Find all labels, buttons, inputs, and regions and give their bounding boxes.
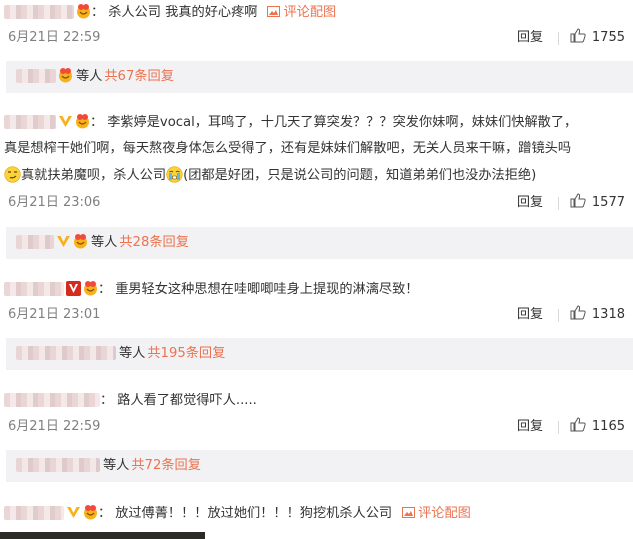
comment-picture-link[interactable]: 评论配图 (267, 5, 336, 20)
divider (558, 309, 559, 322)
smirk-emoji-icon (4, 165, 21, 183)
sub-username-blurred (16, 69, 56, 83)
sub-username-blurred (16, 235, 54, 249)
picture-icon (267, 5, 281, 17)
image-thumbnail-edge (0, 532, 205, 539)
like-count: 1165 (591, 419, 625, 434)
comment-time: 6月21日 22:59 (8, 30, 101, 45)
vip-badge-icon (83, 280, 98, 296)
thumbs-up-icon (570, 193, 586, 208)
comment-time: 6月21日 23:01 (8, 307, 101, 322)
sub-username-blurred (16, 458, 100, 472)
reply-button[interactable]: 回复 (517, 304, 543, 326)
comment-body-line-1: ：李紫婷是vocal，耳鸣了，十几天了算突发？？？突发你妹啊，妹妹们快解散了， (4, 112, 629, 134)
username-blurred[interactable] (4, 506, 64, 520)
divider (558, 421, 559, 434)
username-blurred[interactable] (4, 115, 56, 129)
username-blurred[interactable] (4, 282, 64, 296)
reply-count-link[interactable]: 共195条回复 (147, 346, 225, 361)
like-count: 1755 (591, 30, 625, 45)
comment-body-line-3: 真就扶弟魔呗，杀人公司 (团都是好团，只是说公司的问题，知道弟弟们也没办法拒绝) (4, 165, 629, 187)
like-button[interactable]: 1165 (570, 416, 625, 438)
comment-meta: 6月21日 22:59 回复 1165 (4, 416, 629, 438)
verified-v-icon (58, 114, 73, 129)
vip-badge-icon (73, 233, 88, 249)
sub-replies-box[interactable]: 等人 共72条回复 (6, 450, 633, 482)
comment-text: 李紫婷是vocal，耳鸣了，十几天了算突发？？？突发你妹啊，妹妹们快解散了， (107, 115, 578, 130)
verified-v-icon (56, 234, 71, 249)
sub-replies-box[interactable]: 等人 共28条回复 (6, 227, 633, 259)
comment-body: ：路人看了都觉得吓人..... (4, 390, 629, 412)
thumbs-up-icon (570, 305, 586, 320)
comment-body-line-2: 真是想榨干她们啊，每天熬夜身体怎么受得了，还有是妹妹们解散吧，无关人员来干嘛，蹭… (4, 141, 572, 156)
vip-badge-icon (76, 3, 91, 19)
comment-meta: 6月21日 22:59 回复 1755 (4, 27, 629, 49)
crying-emoji-icon (166, 165, 183, 183)
like-button[interactable]: 1318 (570, 304, 625, 326)
vip-badge-icon (75, 113, 90, 129)
reply-button[interactable]: 回复 (517, 192, 543, 214)
reply-count-link[interactable]: 共28条回复 (119, 235, 189, 250)
username-blurred[interactable] (4, 5, 74, 19)
thumbs-up-icon (570, 417, 586, 432)
comment-meta: 6月21日 23:01 回复 1318 (4, 304, 629, 326)
comment-body: ：放过傅菁！！！放过她们！！！狗挖机杀人公司 评论配图 (4, 503, 629, 525)
divider (558, 32, 559, 45)
verified-v-icon (66, 280, 81, 296)
comment-time: 6月21日 22:59 (8, 419, 101, 434)
sub-username-blurred (16, 346, 116, 360)
comment-meta: 6月21日 23:06 回复 1577 (4, 192, 629, 214)
comment-body: ：杀人公司 我真的好心疼啊 评论配图 (4, 2, 629, 24)
vip-badge-icon (58, 67, 73, 83)
reply-button[interactable]: 回复 (517, 27, 543, 49)
thumbs-up-icon (570, 28, 586, 43)
comment-text: 路人看了都觉得吓人..... (117, 393, 257, 408)
like-button[interactable]: 1755 (570, 27, 625, 49)
verified-v-icon (66, 505, 81, 520)
sub-replies-box[interactable]: 等人 共67条回复 (6, 61, 633, 93)
like-count: 1318 (591, 307, 625, 322)
vip-badge-icon (83, 504, 98, 520)
comment-text: 杀人公司 我真的好心疼啊 (108, 5, 258, 20)
comment-text: 放过傅菁！！！放过她们！！！狗挖机杀人公司 (115, 506, 393, 521)
like-button[interactable]: 1577 (570, 192, 625, 214)
username-blurred[interactable] (4, 393, 100, 407)
reply-button[interactable]: 回复 (517, 416, 543, 438)
comment-time: 6月21日 23:06 (8, 195, 101, 210)
divider (558, 197, 559, 210)
comment-body: ：重男轻女这种思想在哇唧唧哇身上提现的淋漓尽致！ (4, 279, 629, 301)
comment-picture-link[interactable]: 评论配图 (402, 506, 471, 521)
comment-text: 重男轻女这种思想在哇唧唧哇身上提现的淋漓尽致！ (115, 282, 419, 297)
reply-count-link[interactable]: 共67条回复 (104, 69, 174, 84)
reply-count-link[interactable]: 共72条回复 (131, 458, 201, 473)
picture-icon (402, 506, 416, 518)
sub-replies-box[interactable]: 等人 共195条回复 (6, 338, 633, 370)
like-count: 1577 (591, 195, 625, 210)
